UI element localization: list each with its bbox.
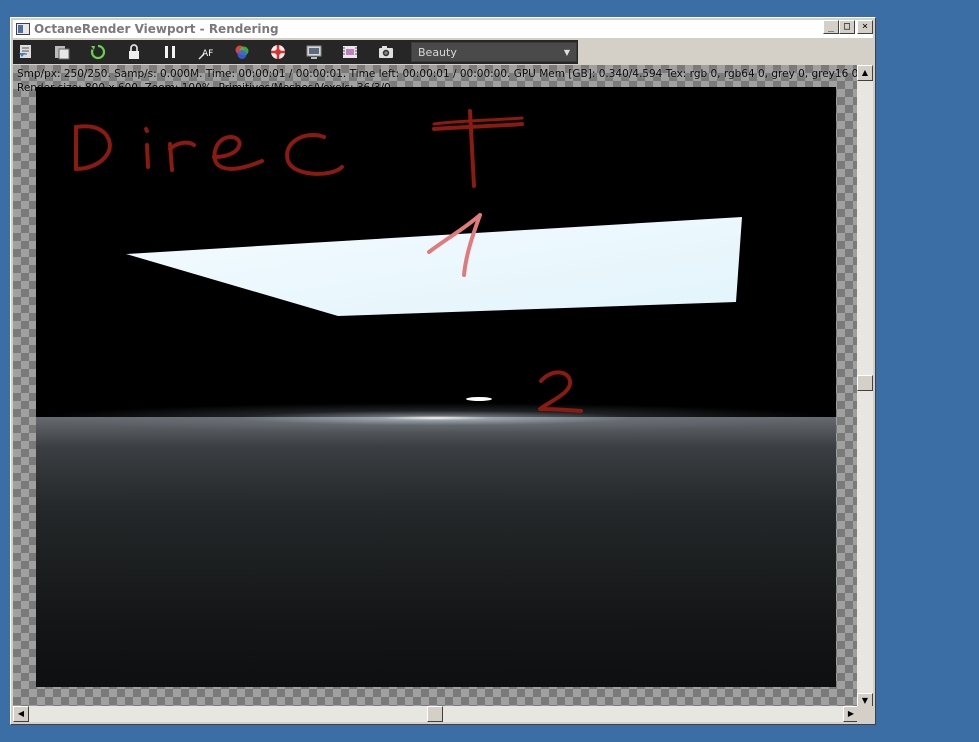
camera-snapshot-icon xyxy=(379,46,393,58)
pause-render-icon xyxy=(165,46,175,58)
small-light-spot xyxy=(466,397,492,401)
pause-render-button[interactable] xyxy=(159,42,181,62)
scroll-up-button[interactable]: ▲ xyxy=(857,65,873,81)
copy-to-clipboard-icon xyxy=(55,46,70,60)
color-picker-icon xyxy=(235,45,249,59)
recenter-view-icon xyxy=(19,45,31,58)
app-icon xyxy=(16,23,30,35)
film-region-button[interactable] xyxy=(339,42,361,62)
window-title: OctaneRender Viewport - Rendering xyxy=(34,22,279,36)
render-pass-selected: Beauty xyxy=(418,46,457,59)
viewport-resolution-button[interactable] xyxy=(303,42,325,62)
camera-snapshot-button[interactable] xyxy=(375,42,397,62)
toolbar-buttons: AF xyxy=(15,42,411,62)
scene-overlay xyxy=(74,109,742,413)
lock-viewport-button[interactable] xyxy=(123,42,145,62)
resize-grip[interactable] xyxy=(857,706,873,722)
emissive-light-panel xyxy=(126,217,742,316)
color-picker-button[interactable] xyxy=(231,42,253,62)
close-button[interactable]: × xyxy=(857,20,873,34)
chevron-down-icon: ▼ xyxy=(563,48,570,57)
maximize-button[interactable]: □ xyxy=(839,20,855,34)
copy-to-clipboard-button[interactable] xyxy=(51,42,73,62)
film-region-icon xyxy=(343,46,357,58)
horizontal-scrollbar[interactable]: ◀ ▶ xyxy=(13,706,859,722)
render-image[interactable] xyxy=(36,87,836,687)
clear-region-icon xyxy=(271,45,285,59)
handwritten-annotation-number-2 xyxy=(538,370,583,413)
restart-render-button[interactable] xyxy=(87,42,109,62)
scroll-left-button[interactable]: ◀ xyxy=(13,706,29,722)
recenter-view-button[interactable] xyxy=(15,42,37,62)
viewport-resolution-icon xyxy=(306,45,322,59)
auto-focus-button[interactable]: AF xyxy=(195,42,217,62)
clear-region-button[interactable] xyxy=(267,42,289,62)
minimize-button[interactable]: _ xyxy=(823,20,839,34)
window-controls: _ □ × xyxy=(823,20,873,34)
af-label: AF xyxy=(202,49,213,59)
render-statistics-line-1: Smp/px: 250/250. Samp/s: 0.000M. Time: 0… xyxy=(17,68,859,80)
vertical-scroll-thumb[interactable] xyxy=(857,375,873,391)
octane-viewport-window: OctaneRender Viewport - Rendering _ □ × … xyxy=(10,17,876,725)
render-pass-dropdown[interactable]: Beauty ▼ xyxy=(411,42,577,62)
title-bar[interactable]: OctaneRender Viewport - Rendering xyxy=(13,20,873,38)
render-viewport[interactable]: Smp/px: 250/250. Samp/s: 0.000M. Time: 0… xyxy=(13,65,859,709)
vertical-scrollbar[interactable]: ▲ ▼ xyxy=(857,65,873,709)
auto-focus-icon: AF xyxy=(198,49,213,60)
restart-render-icon xyxy=(90,44,106,60)
lock-viewport-icon xyxy=(129,44,139,59)
horizontal-scroll-thumb[interactable] xyxy=(427,706,443,722)
